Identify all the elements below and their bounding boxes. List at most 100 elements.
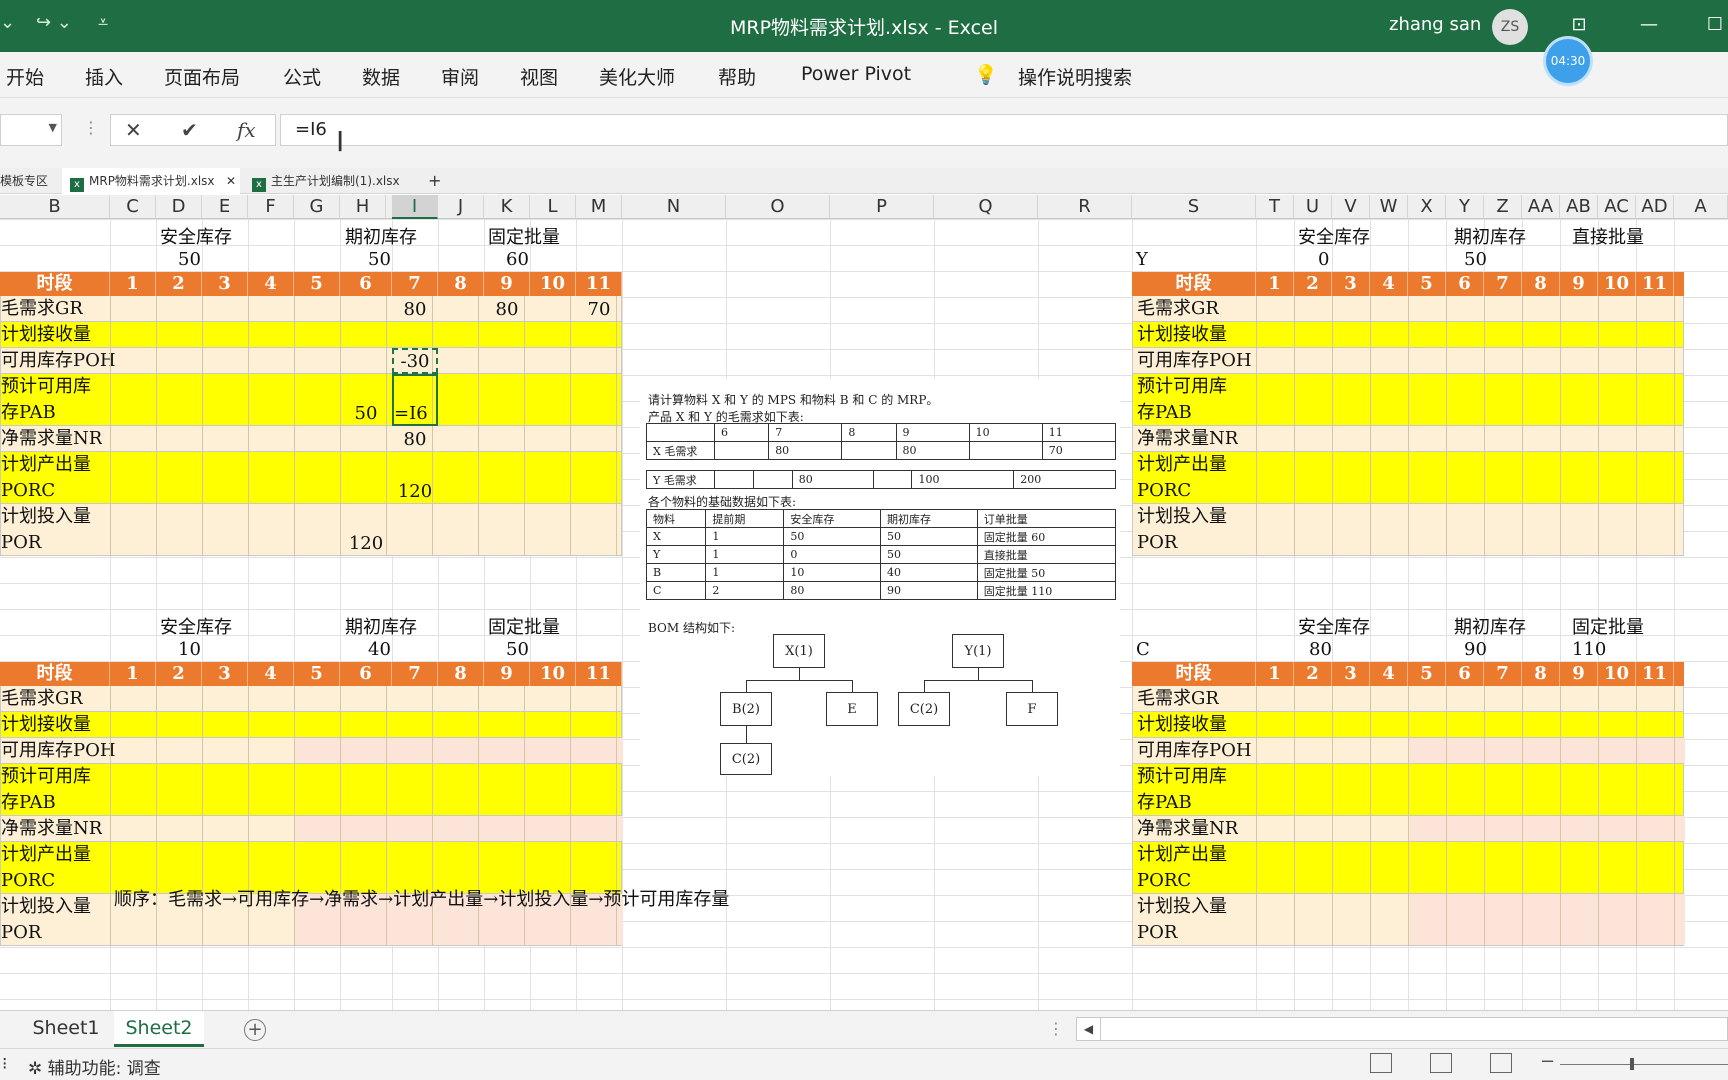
mrp-row-pab[interactable]: 预计可用库 存PAB [1132,764,1684,816]
mrp-row-gr[interactable]: 毛需求GR [1132,296,1684,322]
minimize-icon[interactable]: — [1634,10,1664,40]
mrp-row-nr[interactable]: 净需求量NR [1132,816,1685,842]
tell-me-search[interactable]: 操作说明搜索 [1018,63,1132,90]
column-header[interactable]: F [248,195,294,219]
column-header[interactable]: S [1132,195,1256,219]
cell-value[interactable]: 80 [392,429,438,450]
column-header[interactable]: N [622,195,726,219]
mrp-row-sr[interactable]: 计划接收量 [1132,712,1684,738]
cancel-icon[interactable]: ✕ [125,118,142,142]
column-header[interactable]: O [726,195,830,219]
column-header[interactable]: J [438,195,484,219]
column-header[interactable]: I [392,195,438,219]
column-header[interactable]: X [1408,195,1446,219]
lightbulb-icon[interactable]: 💡 [974,63,998,86]
mrp-row-pab[interactable]: 预计可用库 存PAB [1132,374,1684,426]
cell-value[interactable]: 80 [392,299,438,320]
enter-icon[interactable]: ✔ [181,118,198,142]
mrp-row-por[interactable]: 计划投入量 POR [1132,894,1685,946]
user-name[interactable]: zhang san [1389,14,1481,35]
cell-value[interactable]: 50 [340,403,392,424]
column-header[interactable]: H [340,195,386,219]
workbook-tab-templates[interactable]: 模板专区 [0,168,60,194]
mrp-row-gr[interactable]: 毛需求GR [0,686,622,712]
formula-input[interactable]: =I6 [280,114,1728,146]
normal-view-icon[interactable] [1370,1053,1392,1073]
mrp-row-pab[interactable]: 预计可用库 存PAB [0,764,622,816]
new-tab-button[interactable]: + [428,168,448,194]
chevron-down-icon[interactable]: ▼ [49,121,57,134]
tab-insert[interactable]: 插入 [85,63,123,90]
mrp-row-porc[interactable]: 计划产出量 PORC [0,452,622,504]
column-header[interactable]: AC [1598,195,1636,219]
mrp-row-sr[interactable]: 计划接收量 [1132,322,1684,348]
column-header[interactable]: E [202,195,248,219]
insert-function-icon[interactable]: fx [237,118,256,142]
column-header[interactable]: W [1370,195,1408,219]
mrp-row-porc[interactable]: 计划产出量 PORC [1132,842,1684,894]
column-header[interactable]: R [1038,195,1132,219]
tab-power-pivot[interactable]: Power Pivot [801,63,911,85]
tab-home[interactable]: 开始 [6,63,44,90]
close-tab-icon[interactable]: ✕ [226,168,236,194]
column-header[interactable]: B [0,195,110,219]
workbook-tab-mrp[interactable]: x MRP物料需求计划.xlsx ✕ [62,168,240,194]
column-header[interactable]: AD [1636,195,1674,219]
tab-beautify[interactable]: 美化大师 [599,63,675,90]
mrp-row-sr[interactable]: 计划接收量 [0,712,622,738]
horizontal-scrollbar[interactable]: ◀ [1076,1017,1728,1041]
column-header[interactable]: C [110,195,156,219]
problem-image[interactable]: 请计算物料 X 和 Y 的 MPS 和物料 B 和 C 的 MRP。 产品 X … [640,379,1120,776]
mrp-row-nr[interactable]: 净需求量NR [1132,426,1684,452]
column-header[interactable]: L [530,195,576,219]
cell-value[interactable]: 120 [392,481,438,502]
mrp-row-poh[interactable]: 可用库存POH [1132,348,1684,374]
tab-page-layout[interactable]: 页面布局 [164,63,240,90]
cell-value[interactable]: 70 [576,299,622,320]
column-header[interactable]: P [830,195,934,219]
mrp-row-nr[interactable]: 净需求量NR [0,816,623,842]
mrp-row-poh[interactable]: 可用库存POH [0,738,623,764]
cell-value[interactable]: 80 [484,299,530,320]
scroll-left-icon[interactable]: ◀ [1077,1018,1101,1040]
mrp-row-nr[interactable]: 净需求量NR [0,426,622,452]
avatar[interactable]: ZS [1492,9,1528,45]
column-header[interactable]: G [294,195,340,219]
mrp-row-porc[interactable]: 计划产出量 PORC [1132,452,1684,504]
column-header[interactable]: T [1256,195,1294,219]
column-header[interactable]: K [484,195,530,219]
zoom-slider[interactable] [1560,1064,1728,1065]
sheet-tab-sheet2[interactable]: Sheet2 [114,1011,204,1047]
column-header[interactable]: AB [1560,195,1598,219]
ribbon-display-icon[interactable]: ⊡ [1564,10,1594,40]
name-box[interactable]: ▼ [0,114,62,146]
column-header[interactable]: AA [1522,195,1560,219]
mrp-row-por[interactable]: 计划投入量 POR [0,504,622,556]
column-header[interactable]: Y [1446,195,1484,219]
column-header[interactable]: D [156,195,202,219]
mrp-row-por[interactable]: 计划投入量 POR [1132,504,1684,556]
workbook-tab-mps[interactable]: x 主生产计划编制(1).xlsx [244,168,422,194]
mrp-row-pab[interactable]: 预计可用库 存PAB [0,374,622,426]
page-break-view-icon[interactable] [1490,1053,1512,1073]
column-header[interactable]: Q [934,195,1038,219]
maximize-icon[interactable]: ☐ [1700,10,1728,40]
add-sheet-button[interactable]: + [244,1019,266,1041]
mrp-row-gr[interactable]: 毛需求GR [1132,686,1684,712]
tab-split-grip-icon[interactable]: ⋮ [1048,1019,1064,1038]
mrp-row-poh[interactable]: 可用库存POH [1132,738,1685,764]
column-header[interactable]: A [1674,195,1728,219]
mrp-row-poh[interactable]: 可用库存POH [0,348,622,374]
zoom-out-icon[interactable]: − [1540,1051,1555,1072]
mrp-row-sr[interactable]: 计划接收量 [0,322,622,348]
sheet-tab-sheet1[interactable]: Sheet1 [24,1011,108,1047]
column-header[interactable]: Z [1484,195,1522,219]
tab-formulas[interactable]: 公式 [283,63,321,90]
tab-data[interactable]: 数据 [362,63,400,90]
tab-review[interactable]: 审阅 [441,63,479,90]
cell-value[interactable]: 120 [340,533,392,554]
column-header[interactable]: U [1294,195,1332,219]
worksheet-grid[interactable]: 安全库存 期初库存 固定批量 50 50 60 时段 1 2 3 4 5 6 7… [0,219,1728,1010]
accessibility-status[interactable]: ✲ 辅助功能: 调查 [28,1054,161,1079]
cell-value[interactable]: -30 [392,351,438,372]
